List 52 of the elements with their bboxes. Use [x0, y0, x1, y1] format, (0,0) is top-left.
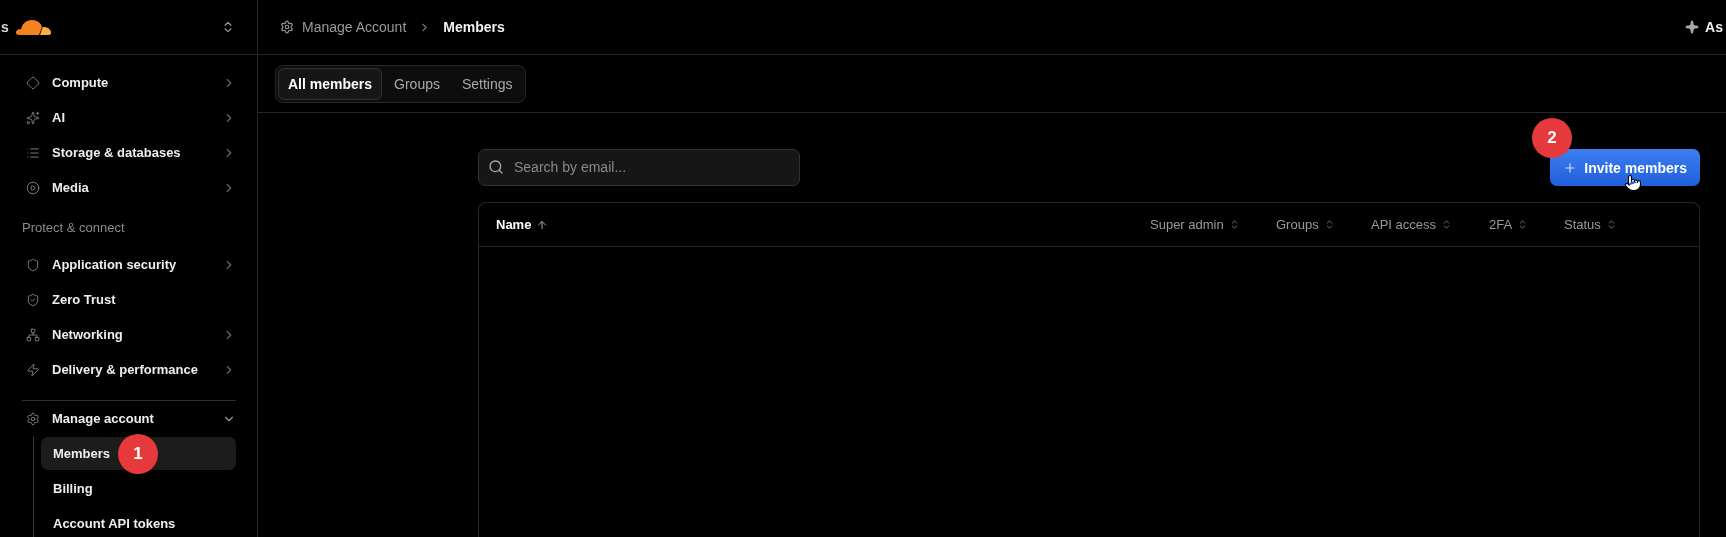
- sparkles-icon: [26, 110, 40, 125]
- nav-item-label: Compute: [52, 75, 110, 90]
- nav-item[interactable]: AI: [22, 100, 236, 135]
- settings-icon: [280, 20, 294, 34]
- shield-check-icon: [26, 292, 40, 307]
- nav-item[interactable]: Delivery & performance: [22, 352, 236, 387]
- nav-item-label: Media: [52, 180, 90, 195]
- nav-item[interactable]: Storage & databases: [22, 135, 236, 170]
- nav-item[interactable]: Compute: [22, 65, 236, 100]
- hand-cursor-icon: [1624, 174, 1642, 192]
- sparkle-icon: [1685, 20, 1700, 34]
- nav-item[interactable]: Zero Trust: [22, 282, 236, 317]
- nav-item[interactable]: Application security: [22, 247, 236, 282]
- settings-icon: [26, 411, 40, 426]
- column-header[interactable]: Super admin: [1150, 217, 1276, 232]
- section-heading: Protect & connect: [22, 218, 126, 237]
- network-icon: [26, 327, 40, 342]
- invite-button[interactable]: Invite members: [1550, 149, 1700, 186]
- account-name-text: s: [1, 19, 10, 35]
- diamond-icon: [26, 75, 40, 90]
- search-field[interactable]: Search by email...: [478, 148, 800, 186]
- nav-subitem[interactable]: Account API tokens: [41, 507, 236, 537]
- nav-item-label: Networking: [52, 327, 124, 342]
- tab[interactable]: Settings: [451, 67, 523, 100]
- step-badge: 1: [118, 434, 158, 474]
- column-header[interactable]: Groups: [1276, 217, 1371, 232]
- plus-icon: [1563, 160, 1578, 175]
- list-icon: [26, 145, 40, 160]
- step-badge: 2: [1532, 118, 1572, 158]
- nav-item-label: Delivery & performance: [52, 362, 199, 377]
- column-header[interactable]: 2FA: [1489, 217, 1564, 232]
- nav-item[interactable]: Manage account: [22, 401, 236, 436]
- nav-item-label: Storage & databases: [52, 145, 182, 160]
- search-icon: [488, 158, 504, 175]
- nav-item-label: Manage account: [52, 411, 155, 426]
- nav-item[interactable]: Networking: [22, 317, 236, 352]
- cloud-logo: [15, 18, 52, 36]
- column-header[interactable]: API access: [1371, 217, 1489, 232]
- play-icon: [26, 180, 40, 195]
- assistant-link[interactable]: As: [1705, 19, 1723, 35]
- breadcrumb-link[interactable]: Manage Account: [302, 19, 407, 35]
- column-header[interactable]: Status: [1564, 217, 1682, 232]
- nav-item-label: AI: [52, 110, 66, 125]
- column-header[interactable]: Name: [496, 217, 1150, 232]
- nav-item-label: Application security: [52, 257, 178, 272]
- nav-subitem[interactable]: Billing: [41, 472, 236, 505]
- nav-item[interactable]: Media: [22, 170, 236, 205]
- lightning-icon: [26, 362, 40, 377]
- nav-item-label: Zero Trust: [52, 292, 117, 307]
- tab[interactable]: Groups: [384, 67, 450, 100]
- shield-icon: [26, 257, 40, 272]
- tab[interactable]: All members: [278, 67, 383, 100]
